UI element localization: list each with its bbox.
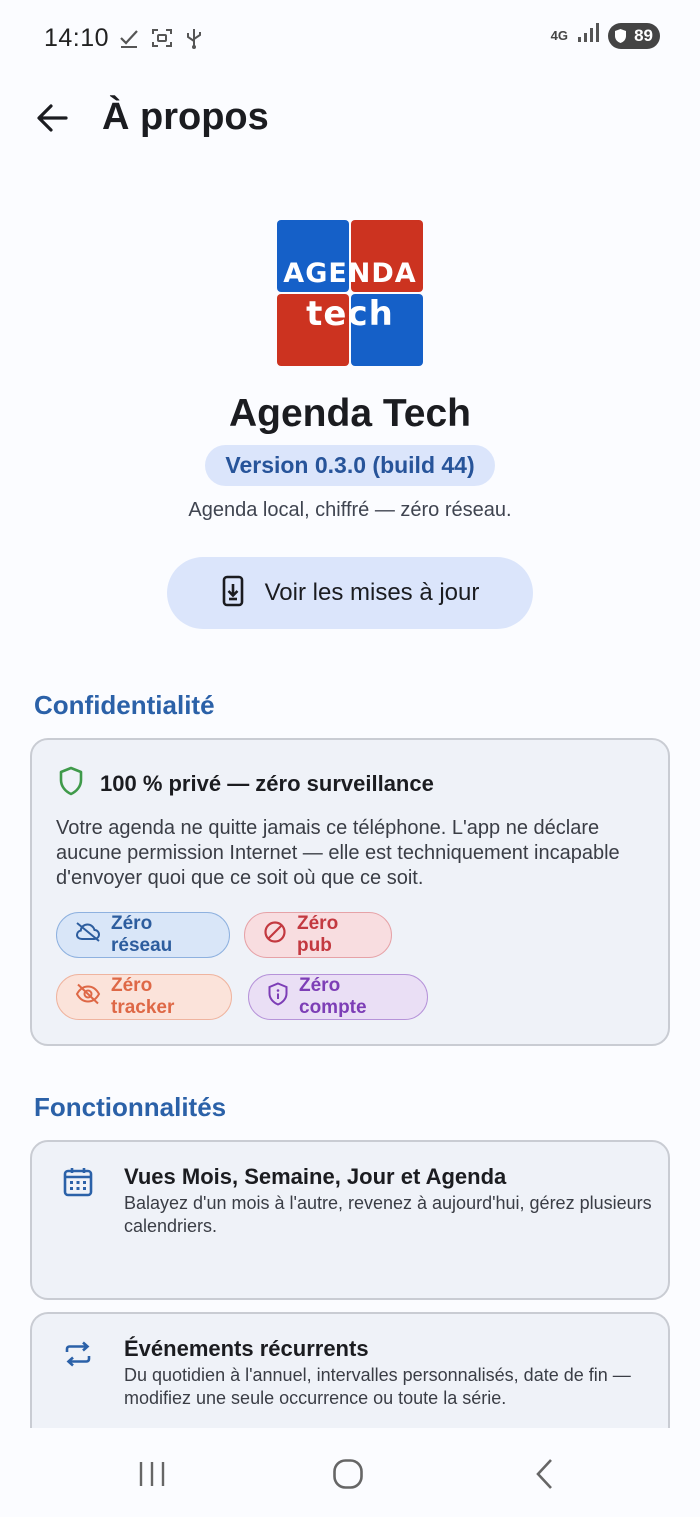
home-button[interactable] (318, 1456, 378, 1496)
app-logo: AGENDA tech (277, 220, 423, 366)
screenshot-icon (150, 26, 174, 55)
status-time: 14:10 (44, 24, 110, 52)
features-section-title: Fonctionnalités (34, 1092, 227, 1122)
visibility-off-icon (75, 983, 101, 1011)
chevron-left-icon (532, 1457, 556, 1496)
arrow-back-icon (35, 101, 69, 140)
app-name: Agenda Tech (229, 392, 471, 435)
feature-title: Événements récurrents (124, 1336, 369, 1361)
check-icon (118, 26, 140, 55)
privacy-shield-icon (267, 982, 289, 1012)
chip-zero-network-label: Zéro réseau (111, 913, 173, 956)
page-title: À propos (102, 96, 269, 138)
feature-title: Vues Mois, Semaine, Jour et Agenda (124, 1164, 507, 1189)
check-updates-button[interactable]: Voir les mises à jour (167, 557, 533, 629)
system-update-icon (221, 575, 245, 612)
feature-card-views: Vues Mois, Semaine, Jour et Agenda Balay… (30, 1140, 670, 1300)
network-type-label: 4G (550, 28, 568, 43)
chip-zero-ads-label: Zéro pub (297, 913, 339, 956)
battery-level: 89 (634, 25, 653, 45)
home-icon (332, 1458, 364, 1495)
usb-icon (184, 26, 204, 55)
app-bar: À propos (0, 80, 700, 160)
status-system-icons: 4G 89 (551, 22, 660, 49)
shield-icon (58, 766, 84, 801)
chip-zero-account: Zéro compte (248, 974, 428, 1020)
battery-indicator: 89 (608, 22, 660, 49)
signal-icon (576, 22, 600, 49)
chip-zero-network: Zéro réseau (56, 912, 230, 958)
privacy-card: 100 % privé — zéro surveillance Votre ag… (30, 738, 670, 1046)
status-notification-icons (118, 26, 204, 55)
privacy-card-title: 100 % privé — zéro surveillance (100, 770, 434, 796)
chip-zero-account-label: Zéro compte (299, 975, 367, 1018)
logo-text-tech: tech (306, 294, 394, 334)
privacy-section-title: Confidentialité (34, 690, 215, 720)
system-back-button[interactable] (514, 1456, 574, 1496)
check-updates-label: Voir les mises à jour (264, 579, 480, 606)
chip-zero-tracker-label: Zéro tracker (111, 975, 175, 1018)
recent-apps-button[interactable] (122, 1456, 182, 1496)
chip-zero-tracker: Zéro tracker (56, 974, 232, 1020)
block-icon (263, 920, 287, 950)
logo-text-agenda: AGENDA (283, 258, 417, 289)
status-bar: 14:10 4G 89 (0, 0, 700, 78)
cloud-off-icon (75, 922, 101, 948)
chip-zero-ads: Zéro pub (244, 912, 392, 958)
feature-description: Balayez d'un mois à l'autre, revenez à a… (124, 1193, 652, 1236)
repeat-icon (62, 1338, 94, 1375)
feature-description: Du quotidien à l'annuel, intervalles per… (124, 1365, 631, 1408)
system-navigation-bar (0, 1428, 700, 1517)
recent-apps-icon (137, 1459, 167, 1494)
app-tagline: Agenda local, chiffré — zéro réseau. (188, 499, 512, 521)
battery-shield-icon (614, 28, 627, 49)
privacy-card-body: Votre agenda ne quitte jamais ce télépho… (56, 817, 620, 889)
calendar-icon (62, 1166, 94, 1203)
back-button[interactable] (28, 96, 76, 144)
version-badge: Version 0.3.0 (build 44) (205, 445, 495, 486)
